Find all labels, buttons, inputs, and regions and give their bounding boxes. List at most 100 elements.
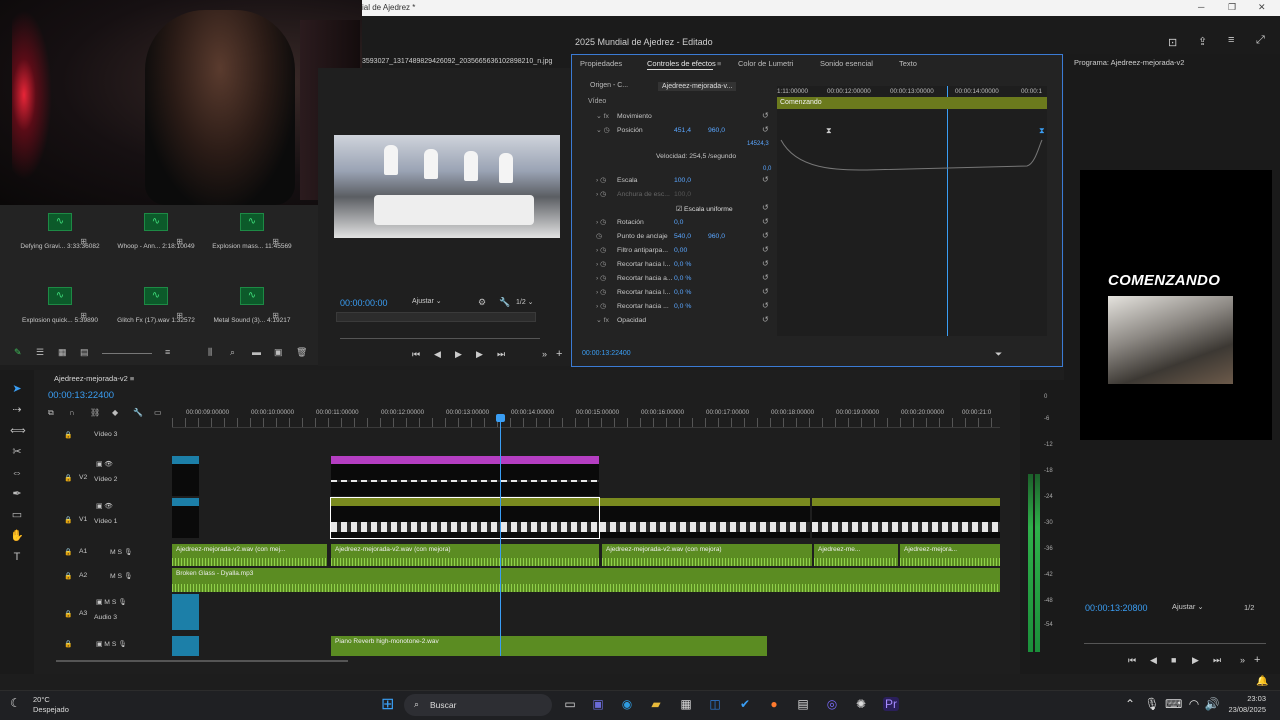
track-header-a4[interactable]: 🔒 ▣ M S 🎙 [34,640,172,656]
timeline-scrollbar[interactable] [56,660,348,662]
bin-item[interactable]: ∿ ⊞ Glitch Fx (17).wav 1:32572 [111,287,201,324]
nest-icon[interactable]: ⧉ [48,408,54,418]
program-fit-dropdown[interactable]: Ajustar ⌄ [1172,602,1228,611]
share-icon[interactable]: ⇪ [1198,35,1207,48]
timeline-ruler[interactable] [172,418,1000,428]
track-select-icon[interactable]: ⇢ [10,403,24,417]
clip-v1-thumb[interactable] [172,498,199,538]
volume-icon[interactable]: 🔊 [1204,697,1220,711]
link-icon[interactable]: ⛓ [90,408,100,417]
fx-row-recortar[interactable]: › ◷ Recortar hacia l... 0,0 % ↺ [580,286,775,300]
clip-a4[interactable] [172,636,199,656]
teams-icon[interactable]: ▣ [590,697,606,711]
source-scrubber[interactable] [336,312,536,322]
minimize-button[interactable]: ─ [1198,2,1204,12]
windows-start-icon[interactable]: ⊞ [381,694,394,714]
fx-row-rotacion[interactable]: › ◷ Rotación 0,0 ↺ [580,216,775,230]
program-timecode[interactable]: 00:00:13:20800 [1085,603,1148,613]
add-icon[interactable]: + [556,348,562,360]
icon-view-icon[interactable]: ▦ [58,347,67,358]
type-tool-icon[interactable]: T [10,550,24,564]
clip-a2[interactable]: Broken Glass - Dyalla.mp3 [172,568,1000,592]
track-header-a3[interactable]: 🔒 A3 ▣ M S 🎙 Audio 3 [34,598,172,628]
more-icon[interactable]: » [542,349,547,359]
program-ratio-dropdown[interactable]: 1/2 [1244,603,1254,612]
fx-row-recortar[interactable]: › ◷ Recortar hacia l... 0,0 % ↺ [580,258,775,272]
tab-controles-efectos[interactable]: Controles de efectos [647,59,716,68]
search-icon[interactable]: ⌕ [230,347,235,358]
app-icon[interactable]: ▤ [795,697,811,711]
step-back-icon[interactable]: ⏮ [412,349,420,360]
pencil-icon[interactable]: ✎ [14,347,22,358]
source-fit-dropdown[interactable]: Ajustar ⌄ [412,297,468,308]
settings-icon[interactable]: ⚙ [478,297,486,308]
clip-a1[interactable]: Ajedreez-mejorada-v2.wav (con mejora) [602,544,812,566]
pen-tool-icon[interactable]: ✒ [10,487,24,501]
snap-icon[interactable]: ∩ [69,408,75,417]
folder-icon[interactable]: ▰ [648,697,664,711]
more-icon[interactable]: » [1240,655,1245,665]
play-icon[interactable]: ▶ [455,349,462,360]
track-header-v1[interactable]: 🔒 V1 ▣ 👁 Vídeo 1 [34,502,172,538]
clip-v2-overlay[interactable] [331,456,599,496]
source-timecode[interactable]: 00:00:00:00 [340,298,388,308]
ripple-tool-icon[interactable]: ⟺ [10,424,26,438]
wifi-icon[interactable]: ◠ [1186,697,1202,711]
frame-back-icon[interactable]: ◀ [434,349,441,360]
fx-playhead[interactable] [947,86,948,336]
source-zoom-bar[interactable] [340,338,540,339]
automate-icon[interactable]: ⫼ [208,347,212,358]
new-bin-icon[interactable]: ▬ [252,347,261,357]
firefox-icon[interactable]: ● [766,697,782,711]
clip-a3[interactable] [172,594,199,630]
taskbar-search[interactable]: ⌕ Buscar [404,694,552,716]
fx-row-escala[interactable]: › ◷ Escala 100,0 ↺ [580,174,775,188]
edge-icon[interactable]: ◉ [619,697,635,711]
step-forward-icon[interactable]: ⏭ [1213,655,1221,666]
close-button[interactable]: ✕ [1258,2,1266,13]
captions-icon[interactable]: ▭ [154,408,162,417]
clip-v2-thumb[interactable] [172,456,199,496]
obs-icon[interactable]: ◎ [824,697,840,711]
fx-row-escala-uniforme[interactable]: ☑ Escala uniforme ↺ [580,202,775,216]
selection-tool-icon[interactable]: ➤ [10,382,24,396]
menu-icon[interactable]: ≡ [1228,34,1234,46]
keyframe-icon[interactable]: ⧗ [1039,126,1045,136]
store-icon[interactable]: ▦ [678,697,694,711]
timeline-timecode[interactable]: 00:00:13:22400 [48,390,114,401]
marker-icon[interactable]: ◆ [112,408,118,417]
step-forward-icon[interactable]: ⏭ [497,349,505,360]
source-selector[interactable]: Origen - C... [590,82,628,89]
tab-menu-icon[interactable]: ≡ [717,59,721,68]
wrench-icon[interactable]: 🔧 [499,297,510,308]
weather-temp[interactable]: 20°C [33,695,50,704]
tab-propiedades[interactable]: Propiedades [580,59,622,68]
frame-forward-icon[interactable]: ▶ [1192,655,1199,666]
new-item-icon[interactable]: ▣ [274,347,283,358]
trash-icon[interactable]: 🗑 [296,347,307,358]
keyboard-icon[interactable]: ⌨ [1165,697,1182,711]
tab-lumetri[interactable]: Color de Lumetri [738,59,793,68]
tray-up-icon[interactable]: ⌃ [1122,697,1138,711]
clip-v1-selected[interactable] [330,497,600,539]
fx-row-movimiento[interactable]: ⌄ fx Movimiento ↺ [580,110,775,124]
bin-item[interactable]: ∿ ⊞ Explosion mass... 11:45569 [207,213,297,250]
filter-icon[interactable]: ⏷ [995,349,1002,360]
clip-v1[interactable] [600,498,810,538]
clip-a1[interactable]: Ajedreez-mejorada-v2.wav (con mej... [172,544,327,566]
playhead[interactable] [500,416,501,656]
settings-icon[interactable]: 🔧 [133,408,143,417]
add-icon[interactable]: + [1254,654,1260,666]
fx-row-recortar[interactable]: › ◷ Recortar hacia ... 0,0 % ↺ [580,300,775,314]
fx-row-posicion[interactable]: ⌄ ◷ Posición 451,4 960,0 ↺ [580,124,775,138]
weather-status[interactable]: Despejado [33,705,69,714]
hand-tool-icon[interactable]: ✋ [10,529,24,543]
clock-time[interactable]: 23:03 [1222,694,1266,703]
bin-item[interactable]: ∿ ⊞ Defying Gravi... 3:33:36082 [15,213,105,250]
tab-sonido[interactable]: Sonido esencial [820,59,873,68]
keyframe-icon[interactable]: ⧗ [826,126,832,136]
program-zoom-bar[interactable] [1084,643,1266,644]
step-back-icon[interactable]: ⏮ [1128,655,1136,666]
bin-item[interactable]: ∿ ⊞ Whoop - Ann... 2:18:10049 [111,213,201,250]
clip-a1[interactable]: Ajedreez-mejorada-v2.wav (con mejora) [331,544,599,566]
